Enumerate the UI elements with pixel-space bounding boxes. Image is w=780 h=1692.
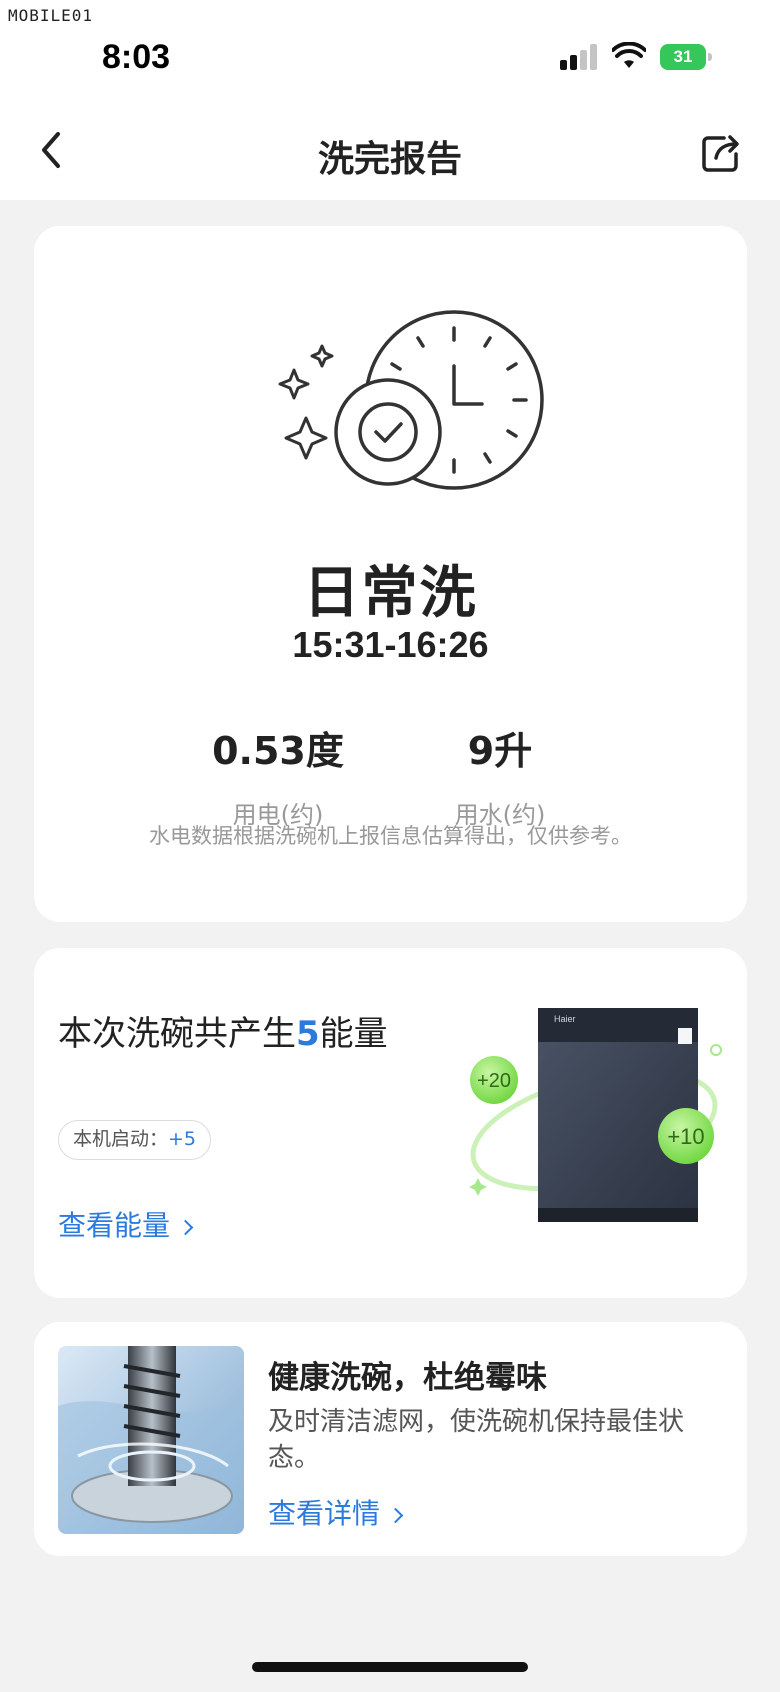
view-energy-label: 查看能量 (58, 1209, 171, 1242)
energy-title-prefix: 本次洗碗共产生 (58, 1014, 296, 1054)
home-indicator[interactable] (252, 1662, 528, 1672)
energy-title-suffix: 能量 (319, 1014, 388, 1054)
battery-icon: 31 (660, 44, 712, 70)
power-usage-value: 0.53度 (212, 729, 344, 773)
clock-check-icon (278, 310, 544, 490)
energy-title: 本次洗碗共产生5能量 (58, 1006, 388, 1055)
status-time: 8:03 (102, 38, 171, 76)
dishwasher-energy-illustration: Haier +20 +10 (469, 1008, 722, 1222)
cellular-signal-icon (560, 44, 597, 70)
battery-nub (708, 53, 712, 61)
wifi-icon (612, 42, 646, 68)
battery-level: 31 (660, 44, 706, 70)
energy-badge-label: 本机启动： (73, 1128, 169, 1150)
dishwasher-brand-logo: Haier (554, 1014, 576, 1024)
nav-header: 洗完报告 (0, 100, 780, 200)
page-title: 洗完报告 (317, 139, 462, 180)
energy-badge-points: +5 (168, 1128, 197, 1150)
tip-title: 健康洗碗，杜绝霉味 (268, 1360, 547, 1396)
cleaning-tip-card[interactable]: 健康洗碗，杜绝霉味 及时清洁滤网，使洗碗机保持最佳状态。 查看详情 (34, 1322, 747, 1556)
share-button[interactable] (700, 132, 742, 174)
water-usage-stat: 9升 用水(约) (400, 720, 600, 830)
status-bar: MOBILE01 8:03 31 (0, 0, 780, 100)
wash-mode-name: 日常洗 (303, 561, 478, 626)
watermark-logo: MOBILE01 (8, 6, 94, 25)
energy-bubble-10: +10 (667, 1124, 704, 1149)
view-energy-link[interactable]: 查看能量 (58, 1204, 194, 1244)
energy-amount: 5 (296, 1014, 320, 1054)
energy-card: 本次洗碗共产生5能量 本机启动：+5 查看能量 Haier +20 +10 (34, 948, 747, 1298)
wash-time-range: 15:31-16:26 (292, 624, 489, 665)
wash-report-card: 日常洗 15:31-16:26 0.53度 用电(约) 9升 用水(约) 水电数… (34, 226, 747, 922)
water-usage-value: 9升 (467, 729, 533, 773)
data-disclaimer: 水电数据根据洗碗机上报信息估算得出，仅供参考。 (149, 824, 632, 848)
tip-description: 及时清洁滤网，使洗碗机保持最佳状态。 (268, 1407, 685, 1473)
chevron-right-icon (177, 1219, 194, 1236)
filter-cleaning-image (58, 1346, 244, 1534)
view-details-label: 查看详情 (268, 1497, 381, 1530)
energy-source-badge: 本机启动：+5 (58, 1120, 212, 1160)
power-usage-stat: 0.53度 用电(约) (178, 720, 378, 830)
chevron-right-icon (387, 1507, 404, 1524)
energy-bubble-20: +20 (477, 1070, 511, 1092)
view-details-link[interactable]: 查看详情 (268, 1492, 404, 1532)
